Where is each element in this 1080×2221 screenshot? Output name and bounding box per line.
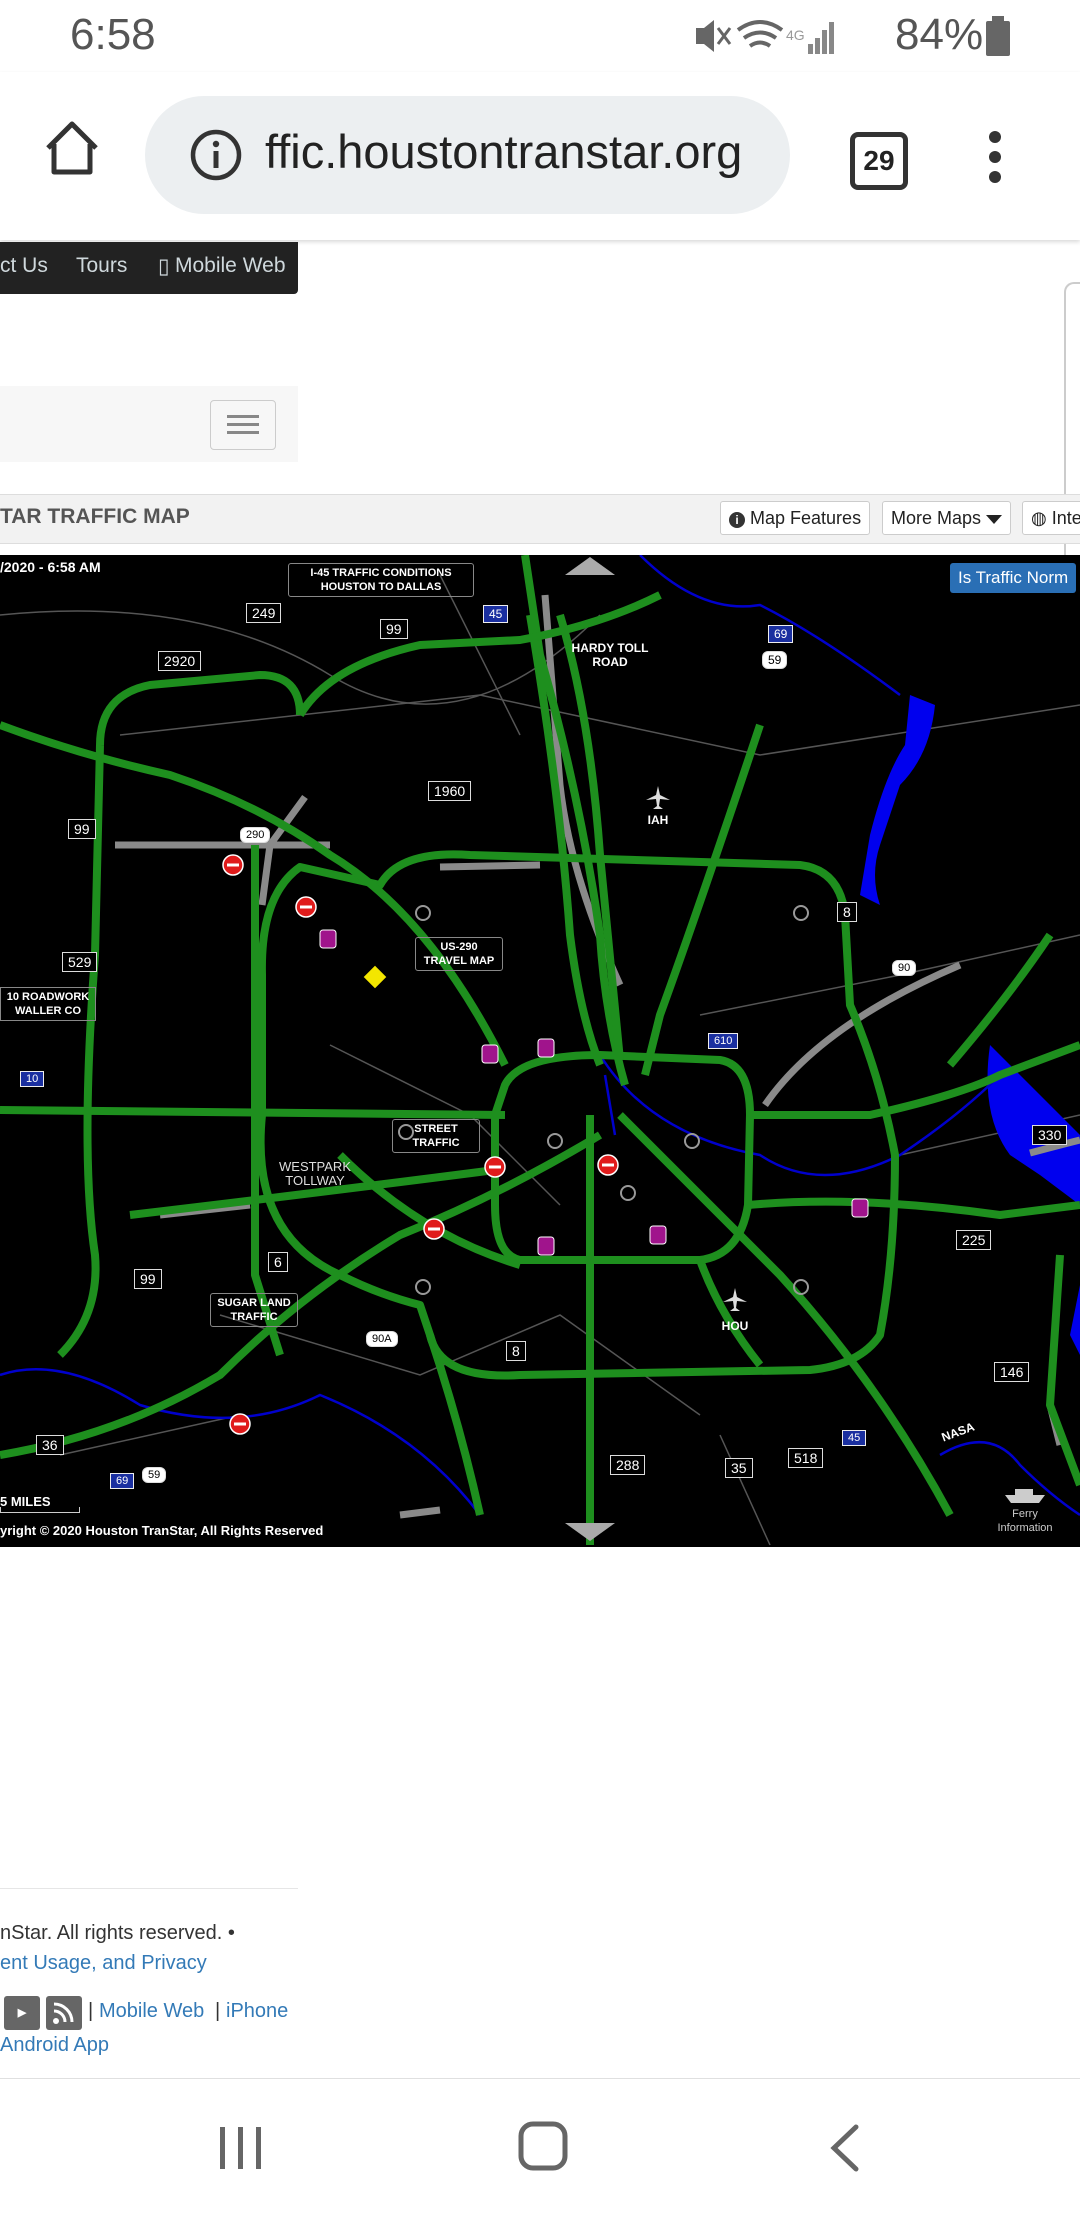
map-copyright: yright © 2020 Houston TranStar, All Righ… [0, 1523, 324, 1538]
interactive-map-label: Inte [1051, 508, 1080, 528]
interstate-45-north: 45 [483, 605, 509, 623]
iah-label: IAH [647, 813, 669, 827]
hou-label: HOU [721, 1319, 749, 1333]
tab-switcher-button[interactable]: 29 [850, 132, 908, 190]
shield-2920: 2920 [158, 651, 202, 671]
shield-99-south: 99 [134, 1269, 162, 1289]
interstate-69-north: 69 [768, 625, 794, 643]
more-maps-label: More Maps [891, 508, 982, 528]
status-time: 6:58 [70, 10, 156, 59]
road-network [0, 555, 1080, 1546]
rss-icon[interactable] [46, 1996, 82, 2030]
info-circle-icon: i [729, 512, 745, 528]
shield-1960: 1960 [428, 781, 472, 801]
i45-conditions-link[interactable]: I-45 TRAFFIC CONDITIONS HOUSTON TO DALLA… [288, 563, 474, 597]
battery-icon [986, 16, 1010, 56]
map-timestamp: /2020 - 6:58 AM [0, 559, 101, 575]
south-arrow-icon[interactable] [565, 1521, 615, 1543]
address-bar[interactable]: ffic.houstontranstar.org [145, 96, 790, 214]
home-icon[interactable] [42, 118, 102, 178]
us290-travel-map-link[interactable]: US-290 TRAVEL MAP [415, 937, 503, 971]
recent-apps-icon[interactable] [216, 2123, 266, 2173]
shield-146: 146 [994, 1362, 1030, 1382]
footer-iphone-link[interactable]: iPhone [226, 2000, 288, 2023]
system-nav-bar [0, 2078, 1080, 2221]
more-maps-button[interactable]: More Maps [882, 501, 1012, 535]
scale-bar [0, 1507, 80, 1513]
network-type: 4G [786, 27, 805, 43]
mute-icon [696, 20, 732, 52]
wifi-icon [736, 20, 784, 48]
footer-copyright: nStar. All rights reserved. • [0, 1922, 235, 1944]
browser-toolbar: ffic.houstontranstar.org 29 [0, 72, 1080, 240]
westpark-tollway-label: WESTPARK TOLLWAY [279, 1159, 351, 1188]
ferry-icon[interactable] [1003, 1485, 1047, 1505]
street-traffic-link[interactable]: STREET TRAFFIC [392, 1119, 480, 1153]
shield-99: 99 [380, 619, 408, 639]
caret-down-icon [986, 514, 1003, 524]
home-button-icon[interactable] [516, 2119, 572, 2175]
footer-mobile-web-link[interactable]: Mobile Web [99, 2000, 204, 2023]
url-text[interactable]: ffic.houstontranstar.org [265, 124, 775, 179]
map-header: TAR TRAFFIC MAP i Map Features More Maps… [0, 494, 1080, 544]
interstate-10: 10 [20, 1071, 45, 1087]
us-90: 90 [892, 960, 917, 976]
signal-icon [808, 22, 834, 54]
us-59-north: 59 [762, 651, 788, 669]
battery-percent: 84% [895, 10, 984, 59]
shield-8-south: 8 [506, 1341, 526, 1361]
roadwork-waller-link[interactable]: 10 ROADWORK WALLER CO [0, 987, 96, 1021]
shield-518: 518 [788, 1448, 824, 1468]
ferry-information-link[interactable]: Ferry Information [990, 1507, 1060, 1535]
status-icons: 4G [696, 20, 834, 54]
shield-8-north: 8 [837, 902, 857, 922]
site-top-nav: ct Us Tours ▯ Mobile Web [0, 242, 298, 294]
interactive-map-button[interactable]: ◍ Inte [1022, 501, 1080, 535]
globe-icon: ◍ [1031, 508, 1047, 528]
mobile-phone-icon: ▯ [158, 255, 170, 278]
nav-contact-us[interactable]: ct Us [0, 254, 48, 278]
youtube-icon[interactable]: ▶ [4, 1996, 40, 2030]
map-features-label: Map Features [750, 508, 862, 528]
interstate-69-south: 69 [110, 1473, 135, 1489]
footer-android-link[interactable]: Android App [0, 2034, 109, 2057]
hardy-toll-road-label: HARDY TOLL ROAD [571, 641, 649, 669]
shield-99-west: 99 [68, 819, 96, 839]
footer-divider [0, 1888, 298, 1889]
interstate-45-south: 45 [842, 1430, 867, 1446]
shield-36: 36 [36, 1435, 64, 1455]
info-icon[interactable] [189, 128, 243, 182]
airport-plane-icon [646, 786, 670, 809]
shield-529: 529 [62, 952, 98, 972]
shield-225: 225 [956, 1230, 992, 1250]
us-59-south: 59 [142, 1467, 167, 1483]
us-90a: 90A [366, 1331, 398, 1347]
nav-tours[interactable]: Tours [76, 254, 127, 278]
traffic-map[interactable]: /2020 - 6:58 AM Is Traffic Norm I-45 TRA… [0, 555, 1080, 1547]
nav-mobile-web[interactable]: Mobile Web [175, 254, 286, 278]
map-title: TAR TRAFFIC MAP [0, 505, 190, 528]
status-bar: 6:58 4G 84% [0, 0, 1080, 72]
back-icon[interactable] [826, 2123, 866, 2173]
hamburger-menu-button[interactable] [210, 400, 276, 450]
map-features-button[interactable]: i Map Features [720, 501, 871, 535]
footer-sep-1: | [88, 2000, 94, 2022]
footer-privacy-link[interactable]: ent Usage, and Privacy [0, 1952, 207, 1975]
shield-249: 249 [246, 603, 282, 623]
sugar-land-traffic-link[interactable]: SUGAR LAND TRAFFIC [210, 1293, 298, 1327]
interstate-610: 610 [708, 1033, 739, 1049]
north-arrow-icon[interactable] [565, 555, 615, 577]
shield-35: 35 [725, 1458, 753, 1478]
footer-sep-2: | [215, 2000, 221, 2022]
us-290: 290 [240, 827, 271, 843]
shield-330: 330 [1032, 1125, 1068, 1145]
hobby-plane-icon [723, 1288, 747, 1311]
shield-288: 288 [610, 1455, 646, 1475]
is-traffic-normal-button[interactable]: Is Traffic Norm [950, 563, 1077, 593]
shield-6: 6 [268, 1252, 288, 1272]
menu-dots-icon[interactable] [980, 127, 1010, 187]
